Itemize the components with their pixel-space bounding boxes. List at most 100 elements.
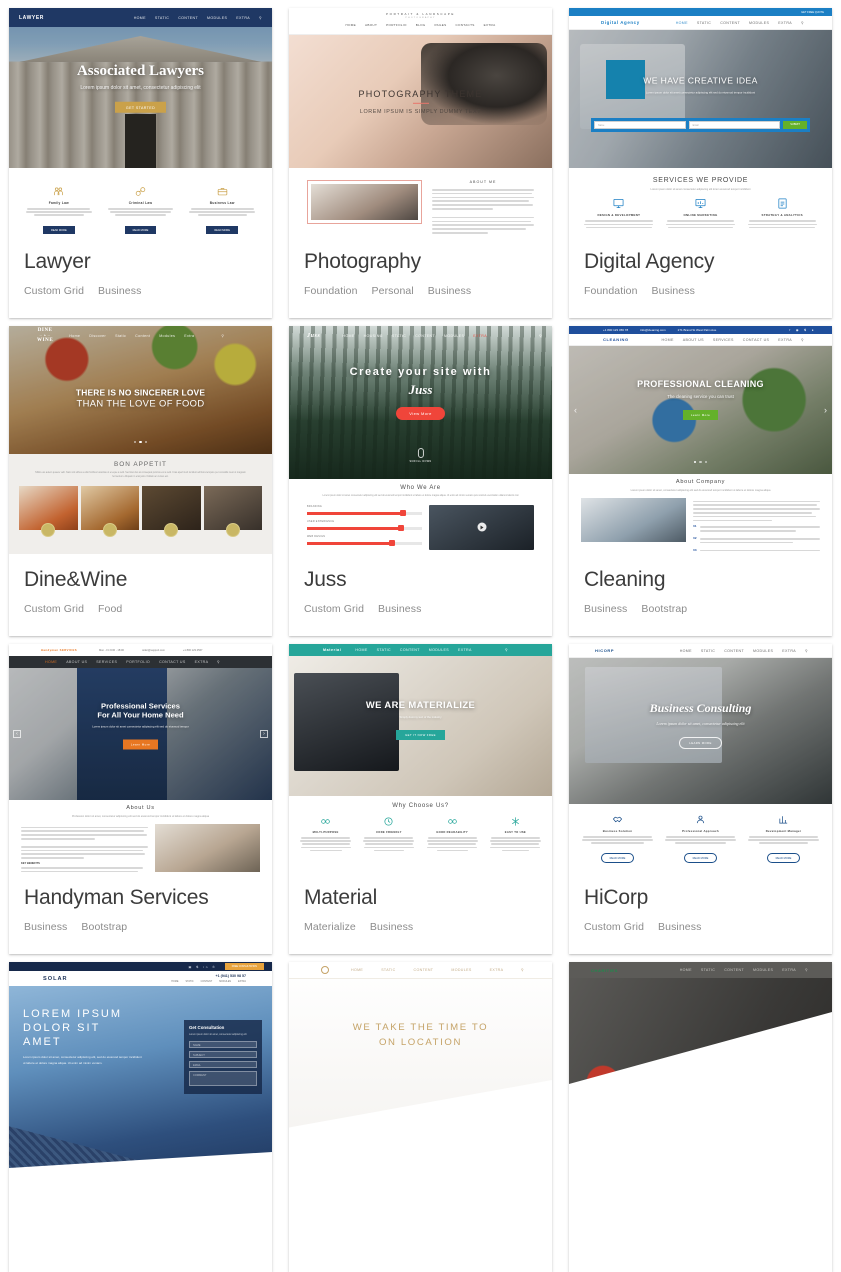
nav-item-active[interactable]: EXTRA [473, 334, 487, 338]
template-card-material[interactable]: WE ARE MATERIALIZE Simply dummy text of … [289, 644, 552, 954]
card-tag[interactable]: Personal [372, 285, 414, 297]
nav-item[interactable]: HOME [342, 334, 354, 338]
nav-item[interactable]: CONTENT [201, 980, 213, 983]
gallery-item[interactable] [142, 485, 201, 537]
nav-item[interactable]: Modules [159, 334, 175, 338]
nav-item[interactable]: SERVICES [96, 660, 117, 664]
carousel-dots[interactable] [9, 430, 272, 448]
site-brand[interactable]: Digital Agency [601, 20, 640, 25]
consultation-form[interactable]: Get Consultation Lorem ipsum dolor sit a… [184, 1020, 262, 1094]
nav-item[interactable]: PORTFOLIO [386, 23, 407, 27]
template-card-charities[interactable]: CHARITIES HOME STATIC CONTENT MODULES EX… [569, 962, 832, 1272]
card-tag[interactable]: Business [24, 921, 67, 933]
topbar-email[interactable]: order@support.com [142, 649, 165, 652]
hero-cta-button[interactable]: LEARN MORE [679, 737, 722, 750]
nav-item[interactable]: STATIC [701, 649, 715, 653]
submit-button[interactable]: SUBMIT [783, 121, 807, 130]
card-tag[interactable]: Bootstrap [641, 603, 687, 615]
preview-thumbnail[interactable]: Business Consulting Lorem ipsum dolor si… [569, 644, 832, 872]
nav-item[interactable]: HOME [355, 648, 367, 652]
nav-item[interactable]: HOME [134, 16, 146, 20]
nav-item[interactable]: CONTACT US [159, 660, 186, 664]
nav-item[interactable]: STATIC [701, 968, 715, 972]
card-tag[interactable]: Custom Grid [24, 285, 84, 297]
preview-thumbnail[interactable]: THERE IS NO SINCERER LOVE THAN THE LOVE … [9, 326, 272, 554]
nav-item[interactable]: MODULES [753, 968, 773, 972]
nav-item[interactable]: CONTACTS [455, 23, 474, 27]
email-input[interactable]: EMAIL [189, 1060, 257, 1068]
preview-thumbnail[interactable]: Create your site with Juss View More SCR… [289, 326, 552, 554]
hero-signup-form[interactable]: Name Email SUBMIT [591, 118, 810, 133]
nav-item[interactable]: MODULES [207, 16, 227, 20]
nav-item[interactable]: CONTENT [400, 648, 420, 652]
nav-item[interactable]: Content [135, 334, 150, 338]
preview-thumbnail[interactable]: Associated Lawyers Lorem ipsum dolor sit… [9, 8, 272, 236]
nav-item[interactable]: MODULES [753, 649, 773, 653]
nav-item[interactable]: CONTACT US [743, 338, 770, 342]
card-tag[interactable]: Bootstrap [81, 921, 127, 933]
preview-thumbnail[interactable]: CHARITIES HOME STATIC CONTENT MODULES EX… [569, 962, 832, 1190]
card-tag[interactable]: Custom Grid [584, 921, 644, 933]
site-brand[interactable]: Handyman SERVICES [41, 648, 77, 652]
comment-input[interactable]: COMMENT [189, 1070, 257, 1086]
preview-thumbnail[interactable]: PROFESSIONAL CLEANING The cleaning servi… [569, 326, 832, 554]
hero-cta-button[interactable]: View More [396, 407, 445, 421]
search-icon[interactable]: ⚲ [217, 660, 220, 664]
template-card-hicorp[interactable]: Business Consulting Lorem ipsum dolor si… [569, 644, 832, 954]
gallery-item[interactable] [203, 485, 262, 537]
nav-item[interactable]: EXTRA [778, 338, 792, 342]
nav-item[interactable]: Home [69, 334, 80, 338]
topbar-cta-button[interactable]: FREE CONSULTATION [224, 963, 264, 970]
nav-item[interactable]: HOME [351, 968, 363, 972]
scroll-indicator[interactable]: SCROLL DOWN [409, 448, 431, 463]
site-brand[interactable]: CHARITIES [591, 968, 618, 973]
search-icon[interactable]: ⚲ [801, 338, 804, 342]
card-tag[interactable]: Business [652, 285, 695, 297]
nav-item[interactable]: Static [115, 334, 126, 338]
nav-item[interactable]: CONTENT [414, 968, 434, 972]
template-card-juss[interactable]: Create your site with Juss View More SCR… [289, 326, 552, 636]
site-brand[interactable]: Juss [307, 333, 320, 339]
preview-thumbnail[interactable]: LOREM IPSUM DOLOR SIT AMET Lorem ipsum d… [9, 962, 272, 1190]
search-icon[interactable]: ⚲ [539, 334, 542, 338]
card-tag[interactable]: Business [584, 603, 627, 615]
feature-button[interactable]: READ MORE [766, 852, 801, 864]
site-brand[interactable]: HICORP [595, 648, 614, 653]
card-tag[interactable]: Foundation [304, 285, 358, 297]
nav-item[interactable]: EXTRA [238, 980, 246, 983]
nav-item[interactable]: HOUSING [364, 334, 383, 338]
feature-button[interactable]: READ MORE [600, 852, 635, 864]
nav-item[interactable]: PORTFOLIO [126, 660, 150, 664]
nav-item[interactable]: Discover [89, 334, 106, 338]
template-card-solar[interactable]: LOREM IPSUM DOLOR SIT AMET Lorem ipsum d… [9, 962, 272, 1272]
feature-button[interactable]: READ MORE [124, 225, 157, 235]
nav-item[interactable]: HOME [676, 21, 688, 25]
nav-item[interactable]: CONTENT [720, 21, 740, 25]
gallery-item[interactable] [80, 485, 139, 537]
nav-item[interactable]: EXTRA [778, 21, 792, 25]
nav-item[interactable]: CONTENT [178, 16, 198, 20]
name-input[interactable]: NAME [189, 1040, 257, 1048]
nav-item[interactable]: EXTRA [490, 968, 504, 972]
topbar-phone[interactable]: +1 800 123 456 78 [603, 328, 628, 332]
nav-item[interactable]: PAGES [435, 23, 447, 27]
card-tag[interactable]: Foundation [584, 285, 638, 297]
carousel-dots[interactable] [569, 450, 832, 468]
preview-thumbnail[interactable]: WE ARE MATERIALIZE Simply dummy text of … [289, 644, 552, 872]
nav-item-active[interactable]: HOME [45, 660, 57, 664]
nav-item[interactable]: STATIC [377, 648, 391, 652]
nav-item[interactable]: EXTRA [195, 660, 209, 664]
nav-item[interactable]: EXTRA [236, 16, 250, 20]
nav-item[interactable]: Extra [184, 334, 194, 338]
card-tag[interactable]: Custom Grid [24, 603, 84, 615]
nav-item[interactable]: CONTENT [415, 334, 435, 338]
site-brand[interactable]: CLEANING [603, 337, 629, 342]
topbar-phone[interactable]: +1 800 123 4567 [183, 649, 203, 652]
nav-item[interactable]: STATIC [381, 968, 395, 972]
nav-item[interactable]: EXTRA [484, 23, 496, 27]
nav-item[interactable]: CONTENT [724, 968, 744, 972]
nav-item[interactable]: ABOUT US [683, 338, 704, 342]
hero-cta-button[interactable]: Learn More [682, 409, 719, 420]
gallery-item[interactable] [19, 485, 78, 537]
hero-cta-button[interactable]: GET IT NOW FREE [396, 730, 445, 741]
